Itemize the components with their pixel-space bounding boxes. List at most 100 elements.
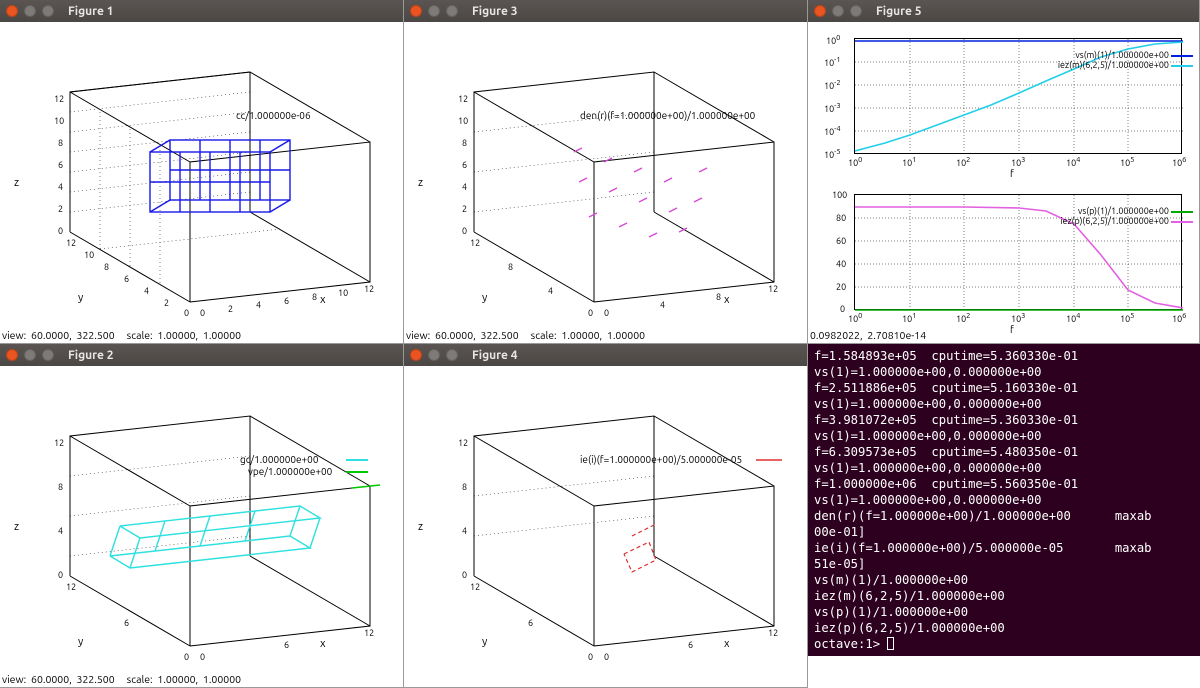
svg-text:8: 8 <box>58 482 63 492</box>
close-icon[interactable] <box>6 5 18 17</box>
figure-2-titlebar[interactable]: Figure 2 <box>0 344 403 366</box>
figure-1-svg: 024 681012 12108 6420 024 681012 <box>0 22 404 330</box>
figure-5-title: Figure 5 <box>876 5 922 18</box>
xtick: 105 <box>1120 156 1134 168</box>
svg-text:8: 8 <box>508 262 513 272</box>
z-axis-label: z <box>14 521 19 533</box>
minimize-icon[interactable] <box>24 349 36 361</box>
svg-text:12: 12 <box>768 628 778 638</box>
svg-text:0: 0 <box>58 570 63 580</box>
y-axis-label: y <box>482 636 487 648</box>
x-axis-label: f <box>1010 324 1014 335</box>
svg-text:8: 8 <box>58 138 63 148</box>
xtick: 104 <box>1066 312 1080 324</box>
svg-text:0: 0 <box>462 226 467 236</box>
figure-1-titlebar[interactable]: Figure 1 <box>0 0 403 22</box>
figure-3-svg: 024 681012 12840 04812 <box>404 22 808 330</box>
ytick: 60 <box>836 236 846 246</box>
xtick: 106 <box>1172 156 1186 168</box>
x-axis-label: f <box>1010 168 1014 179</box>
svg-text:2: 2 <box>462 204 467 214</box>
svg-text:6: 6 <box>688 640 693 650</box>
figure-2-plot[interactable]: 04812 1260 0612 z x y gc/1.000000e+00 vp… <box>0 366 403 673</box>
svg-text:6: 6 <box>124 618 129 628</box>
svg-text:6: 6 <box>528 618 533 628</box>
figure-2-svg: 04812 1260 0612 <box>0 366 404 674</box>
figure-1-status: view: 60.0000, 322.500 scale: 1.00000, 1… <box>0 329 403 343</box>
svg-text:0: 0 <box>588 308 593 318</box>
z-axis-label: z <box>14 177 19 189</box>
maximize-icon[interactable] <box>850 5 862 17</box>
svg-text:4: 4 <box>548 286 553 296</box>
z-axis-label: z <box>418 521 423 533</box>
xtick: 103 <box>1011 312 1025 324</box>
close-icon[interactable] <box>6 349 18 361</box>
xtick: 105 <box>1120 312 1134 324</box>
ytick: 100 <box>826 34 840 46</box>
legend-swatch <box>1171 221 1193 223</box>
figure-5-bot-legend1: vs(p)(1)/1.000000e+00 <box>1078 206 1169 216</box>
svg-text:0: 0 <box>604 652 609 662</box>
svg-text:10: 10 <box>458 116 468 126</box>
figure-2-status: view: 60.0000, 322.500 scale: 1.00000, 1… <box>0 673 403 687</box>
terminal[interactable]: f=1.584893e+05 cputime=5.360330e-01 vs(1… <box>808 344 1200 656</box>
svg-text:0: 0 <box>462 570 467 580</box>
figure-3-window: Figure 3 <box>404 0 808 344</box>
svg-text:0: 0 <box>184 308 189 318</box>
svg-text:12: 12 <box>470 238 480 248</box>
figure-4-window: Figure 4 <box>404 344 808 688</box>
svg-text:10: 10 <box>54 116 64 126</box>
svg-text:2: 2 <box>58 204 63 214</box>
figure-4-plot[interactable]: 04812 1260 0612 z x y ie(i)(f=1.000000e+… <box>404 366 807 673</box>
xtick: 101 <box>902 156 916 168</box>
maximize-icon[interactable] <box>42 349 54 361</box>
maximize-icon[interactable] <box>446 349 458 361</box>
svg-text:4: 4 <box>144 286 149 296</box>
svg-text:10: 10 <box>338 288 348 298</box>
y-axis-label: y <box>78 292 83 304</box>
maximize-icon[interactable] <box>446 5 458 17</box>
close-icon[interactable] <box>814 5 826 17</box>
ytick: 10-3 <box>824 102 841 114</box>
figure-3-titlebar[interactable]: Figure 3 <box>404 0 807 22</box>
maximize-icon[interactable] <box>42 5 54 17</box>
legend-swatch <box>346 459 368 461</box>
ytick: 10-2 <box>824 79 841 91</box>
x-axis-label: x <box>320 294 326 306</box>
figure-1-plot[interactable]: 024 681012 12108 6420 024 681012 z x y c… <box>0 22 403 329</box>
figure-5-plot[interactable]: 100 10-1 10-2 10-3 10-4 10-5 100 101 102… <box>808 22 1199 329</box>
y-axis-label: y <box>482 292 487 304</box>
close-icon[interactable] <box>410 5 422 17</box>
figure-4-titlebar[interactable]: Figure 4 <box>404 344 807 366</box>
figure-4-title: Figure 4 <box>472 349 518 362</box>
ytick: 10-1 <box>824 56 841 68</box>
svg-text:12: 12 <box>364 284 374 294</box>
figure-5-titlebar[interactable]: Figure 5 <box>808 0 1199 22</box>
svg-text:2: 2 <box>228 304 233 314</box>
svg-text:6: 6 <box>462 160 467 170</box>
legend-swatch <box>1171 211 1193 213</box>
legend-swatch <box>1171 55 1193 57</box>
close-icon[interactable] <box>410 349 422 361</box>
minimize-icon[interactable] <box>24 5 36 17</box>
svg-text:10: 10 <box>84 250 94 260</box>
ytick: 0 <box>840 304 845 314</box>
figure-3-plot[interactable]: 024 681012 12840 04812 z x y den(r)(f=1.… <box>404 22 807 329</box>
svg-text:12: 12 <box>66 582 76 592</box>
x-axis-label: x <box>724 638 730 650</box>
svg-text:12: 12 <box>458 94 468 104</box>
terminal-cursor <box>887 637 894 650</box>
x-axis-label: x <box>320 638 326 650</box>
svg-text:4: 4 <box>256 300 261 310</box>
figure-5-bot-legend2: iez(p)(6,2,5)/1.000000e+00 <box>1060 216 1169 226</box>
ytick: 100 <box>832 190 847 200</box>
minimize-icon[interactable] <box>428 349 440 361</box>
ytick: 40 <box>836 259 846 269</box>
minimize-icon[interactable] <box>428 5 440 17</box>
svg-text:0: 0 <box>604 308 609 318</box>
xtick: 100 <box>848 312 862 324</box>
figure-4-plot-label: ie(i)(f=1.000000e+00)/5.000000e-05 <box>580 454 742 465</box>
minimize-icon[interactable] <box>832 5 844 17</box>
xtick: 103 <box>1011 156 1025 168</box>
svg-text:4: 4 <box>462 182 467 192</box>
